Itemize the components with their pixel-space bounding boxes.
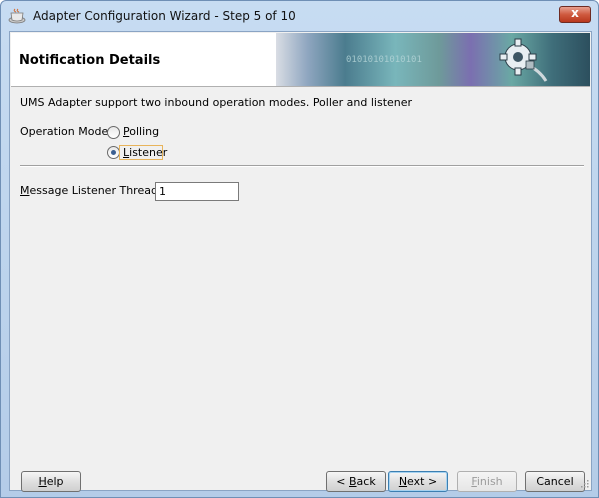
help-label-rest: elp bbox=[46, 475, 64, 488]
threads-mnemonic: M bbox=[20, 184, 30, 197]
back-mnemonic: B bbox=[349, 475, 357, 488]
wizard-header: Notification Details 01010101010101 bbox=[11, 33, 590, 87]
help-mnemonic: H bbox=[38, 475, 47, 488]
next-label-rest: ext > bbox=[407, 475, 438, 488]
polling-label-rest: olling bbox=[129, 125, 160, 138]
polling-radio[interactable] bbox=[107, 126, 120, 139]
back-label-rest: ack bbox=[356, 475, 376, 488]
finish-label-rest: inish bbox=[476, 475, 503, 488]
window-title: Adapter Configuration Wizard - Step 5 of… bbox=[33, 9, 296, 23]
next-mnemonic: N bbox=[398, 475, 408, 488]
operation-mode-label: Operation Mode: bbox=[20, 125, 112, 138]
next-button[interactable]: Next > bbox=[388, 471, 448, 492]
close-button[interactable]: x bbox=[559, 6, 591, 23]
page-title: Notification Details bbox=[19, 53, 161, 68]
coffee-cup-icon bbox=[8, 8, 26, 24]
threads-label: Message Listener Threads: bbox=[20, 184, 167, 197]
cancel-button[interactable]: Cancel bbox=[525, 471, 585, 492]
banner-binary-text: 01010101010101 bbox=[346, 55, 422, 65]
listener-label-rest: istener bbox=[129, 146, 168, 159]
threads-input[interactable] bbox=[155, 182, 239, 201]
resize-grip-icon[interactable] bbox=[579, 478, 589, 488]
help-button[interactable]: Help bbox=[21, 471, 81, 492]
wizard-window: Adapter Configuration Wizard - Step 5 of… bbox=[0, 0, 599, 498]
listener-radio-label[interactable]: Listener bbox=[123, 146, 167, 159]
back-button[interactable]: < Back bbox=[326, 471, 386, 492]
close-icon: x bbox=[571, 6, 579, 20]
gear-plug-icon bbox=[499, 38, 548, 82]
polling-radio-label[interactable]: Polling bbox=[123, 125, 159, 138]
threads-label-rest: essage Listener Threads: bbox=[29, 184, 168, 197]
title-bar: Adapter Configuration Wizard - Step 5 of… bbox=[1, 1, 598, 31]
section-divider bbox=[20, 165, 584, 167]
header-banner: 01010101010101 bbox=[276, 33, 590, 86]
back-label-pre: < bbox=[336, 475, 349, 488]
finish-button[interactable]: Finish bbox=[457, 471, 517, 492]
wizard-body: Notification Details 01010101010101 UMS … bbox=[9, 31, 592, 492]
description-text: UMS Adapter support two inbound operatio… bbox=[20, 96, 413, 109]
